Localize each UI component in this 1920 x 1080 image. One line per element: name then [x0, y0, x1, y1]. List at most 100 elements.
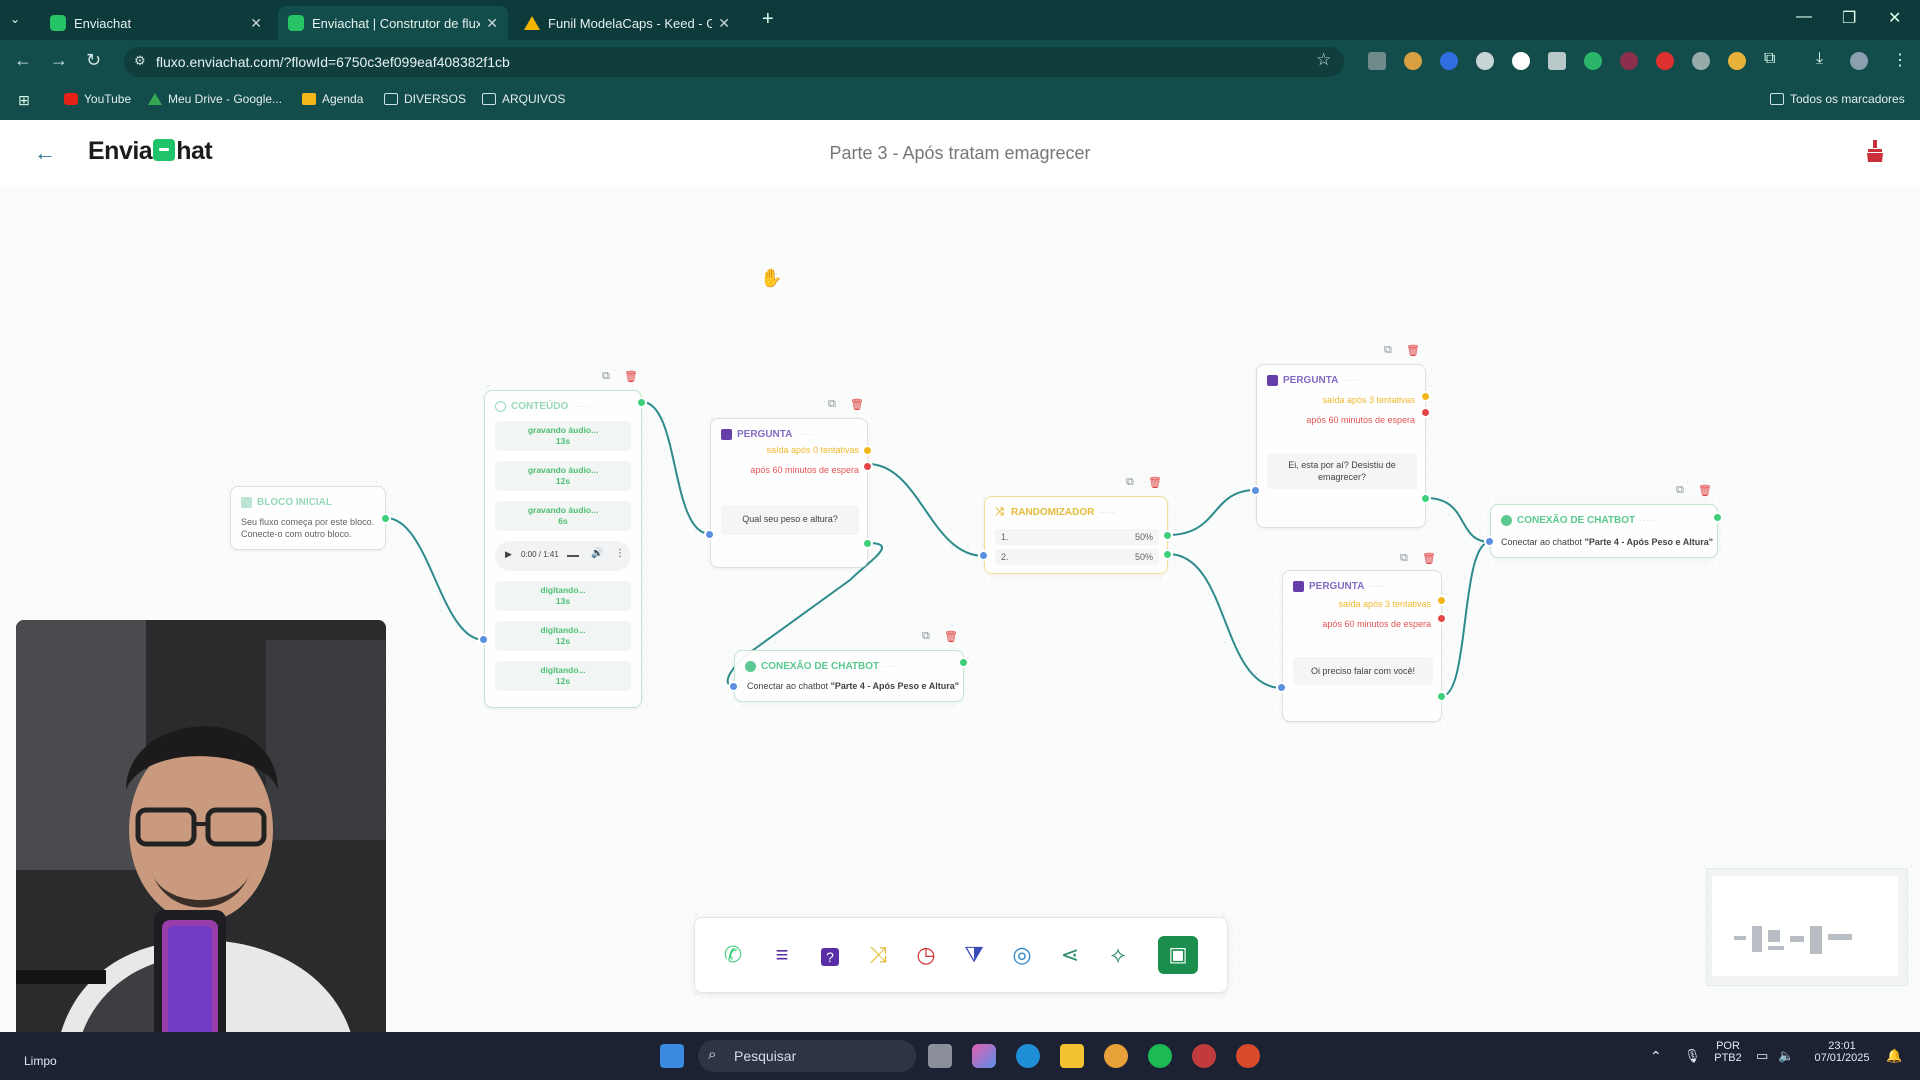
- chevron-up-icon[interactable]: ⌃: [1650, 1048, 1662, 1065]
- item-label: digitando...: [540, 585, 586, 595]
- play-icon[interactable]: ▶: [505, 549, 512, 560]
- input-handle[interactable]: [1484, 536, 1495, 547]
- input-handle[interactable]: [1276, 682, 1287, 693]
- trash-icon[interactable]: 🗑: [944, 630, 958, 643]
- output-handle[interactable]: [958, 657, 969, 668]
- copy-icon[interactable]: ⧉: [828, 398, 836, 411]
- question-node[interactable]: PERGUNTA ····· saída após 3 tentativas a…: [1256, 364, 1426, 528]
- copy-icon[interactable]: ⧉: [1384, 344, 1392, 357]
- typing-item[interactable]: digitando... 13s: [495, 581, 631, 611]
- windows-start-icon[interactable]: [660, 1044, 684, 1068]
- question-node[interactable]: PERGUNTA ····· saída após 3 tentativas a…: [1282, 570, 1442, 722]
- copilot-icon[interactable]: [972, 1044, 996, 1068]
- audio-recording-item[interactable]: gravando áudio... 12s: [495, 461, 631, 491]
- exit-attempts-handle[interactable]: [862, 445, 873, 456]
- trash-icon[interactable]: 🗑: [1422, 552, 1436, 565]
- chatbot-connection-node[interactable]: CONEXÃO DE CHATBOT ····· Conectar ao cha…: [734, 650, 964, 702]
- network-icon[interactable]: ▭: [1756, 1048, 1768, 1064]
- node-id-faded: ·····: [1098, 507, 1115, 518]
- output-handle[interactable]: [636, 397, 647, 408]
- app-icon[interactable]: [1192, 1044, 1216, 1068]
- node-title: PERGUNTA: [1283, 375, 1339, 386]
- share-icon[interactable]: ⋖: [1057, 942, 1083, 968]
- menu-icon[interactable]: ≡: [769, 942, 795, 968]
- save-button[interactable]: ▣: [1158, 936, 1198, 974]
- time-text: 23:01: [1828, 1040, 1856, 1052]
- typing-item[interactable]: digitando... 12s: [495, 621, 631, 651]
- save-icon: ▣: [1168, 944, 1188, 966]
- taskbar-search[interactable]: Pesquisar: [698, 1040, 916, 1072]
- exit-wait-handle[interactable]: [1420, 407, 1431, 418]
- node-title: RANDOMIZADOR: [1011, 507, 1095, 518]
- random-option-row[interactable]: 1. 50%: [995, 529, 1159, 545]
- input-handle[interactable]: [704, 529, 715, 540]
- randomizer-node[interactable]: ⤨ RANDOMIZADOR ····· 1. 50% 2. 50%: [984, 496, 1168, 574]
- chatbot-connection-node[interactable]: CONEXÃO DE CHATBOT ····· Conectar ao cha…: [1490, 504, 1718, 558]
- trash-icon[interactable]: 🗑: [1698, 484, 1712, 497]
- seek-bar[interactable]: [567, 555, 579, 557]
- input-handle[interactable]: [978, 550, 989, 561]
- chrome-icon[interactable]: [1104, 1044, 1128, 1068]
- random-option-row[interactable]: 2. 50%: [995, 549, 1159, 565]
- volume-icon[interactable]: 🔈: [1778, 1048, 1794, 1064]
- input-handle[interactable]: [1250, 485, 1261, 496]
- exit-wait-label: após 60 minutos de espera: [750, 465, 859, 475]
- audio-player[interactable]: ▶ 0:00 / 1:41 🔊 ⋮: [495, 541, 631, 571]
- trash-icon[interactable]: 🗑: [1406, 344, 1420, 357]
- whatsapp-icon[interactable]: ✆: [720, 942, 746, 968]
- output-handle[interactable]: [1420, 493, 1431, 504]
- weather-widget[interactable]: Limpo: [24, 1054, 57, 1068]
- exit-wait-handle[interactable]: [1436, 613, 1447, 624]
- start-block-node[interactable]: BLOCO INICIAL Seu fluxo começa por este …: [230, 486, 386, 550]
- shuffle-icon[interactable]: ⤨: [865, 942, 891, 968]
- weather-text: Limpo: [24, 1054, 57, 1068]
- question-node[interactable]: PERGUNTA ····· saída após 0 tentativas a…: [710, 418, 868, 568]
- audio-recording-item[interactable]: gravando áudio... 13s: [495, 421, 631, 451]
- typing-item[interactable]: digitando... 12s: [495, 661, 631, 691]
- filter-icon[interactable]: ⧩: [961, 942, 987, 968]
- trash-icon[interactable]: 🗑: [1148, 476, 1162, 489]
- app-icon[interactable]: [1236, 1044, 1260, 1068]
- copy-icon[interactable]: ⧉: [922, 630, 930, 643]
- volume-icon[interactable]: 🔊: [591, 548, 603, 559]
- copy-icon[interactable]: ⧉: [1676, 484, 1684, 497]
- clock-icon[interactable]: ◷: [913, 942, 939, 968]
- rocket-icon: [1501, 515, 1512, 526]
- trash-icon[interactable]: 🗑: [850, 398, 864, 411]
- microphone-icon[interactable]: 🎙: [1684, 1048, 1701, 1064]
- notification-bell-icon[interactable]: 🔔: [1886, 1048, 1902, 1064]
- copy-icon[interactable]: ⧉: [1126, 476, 1134, 489]
- webhook-icon[interactable]: ⟡: [1105, 942, 1131, 968]
- file-explorer-icon[interactable]: [1060, 1044, 1084, 1068]
- target-icon[interactable]: ◎: [1009, 942, 1035, 968]
- task-view-icon[interactable]: [928, 1044, 952, 1068]
- trash-icon[interactable]: 🗑: [624, 370, 638, 383]
- exit-wait-handle[interactable]: [862, 461, 873, 472]
- language-indicator[interactable]: POR PTB2: [1710, 1040, 1746, 1064]
- output-handle[interactable]: [380, 513, 391, 524]
- edge-browser-icon[interactable]: [1016, 1044, 1040, 1068]
- node-title: CONEXÃO DE CHATBOT: [1517, 515, 1636, 526]
- exit-attempts-handle[interactable]: [1420, 391, 1431, 402]
- copy-icon[interactable]: ⧉: [1400, 552, 1408, 565]
- option-label: 2.: [1001, 552, 1009, 562]
- input-handle[interactable]: [728, 681, 739, 692]
- node-title: PERGUNTA: [737, 429, 793, 440]
- more-icon[interactable]: ⋮: [615, 548, 625, 559]
- audio-recording-item[interactable]: gravando áudio... 6s: [495, 501, 631, 531]
- question-icon[interactable]: ?: [817, 942, 843, 968]
- exit-attempts-handle[interactable]: [1436, 595, 1447, 606]
- edge-start-content: [385, 517, 485, 641]
- copy-icon[interactable]: ⧉: [602, 370, 610, 383]
- content-node[interactable]: CONTEÚDO ····· gravando áudio... 13s grav…: [484, 390, 642, 708]
- output-handle[interactable]: [1436, 691, 1447, 702]
- minimap-viewport[interactable]: [1712, 876, 1898, 976]
- spotify-icon[interactable]: [1148, 1044, 1172, 1068]
- output-handle[interactable]: [862, 538, 873, 549]
- input-handle[interactable]: [478, 634, 489, 645]
- option-2-handle[interactable]: [1162, 549, 1173, 560]
- option-1-handle[interactable]: [1162, 530, 1173, 541]
- output-handle[interactable]: [1712, 512, 1723, 523]
- hand-cursor-icon: ✋: [760, 268, 783, 288]
- clock[interactable]: 23:01 07/01/2025: [1808, 1040, 1876, 1064]
